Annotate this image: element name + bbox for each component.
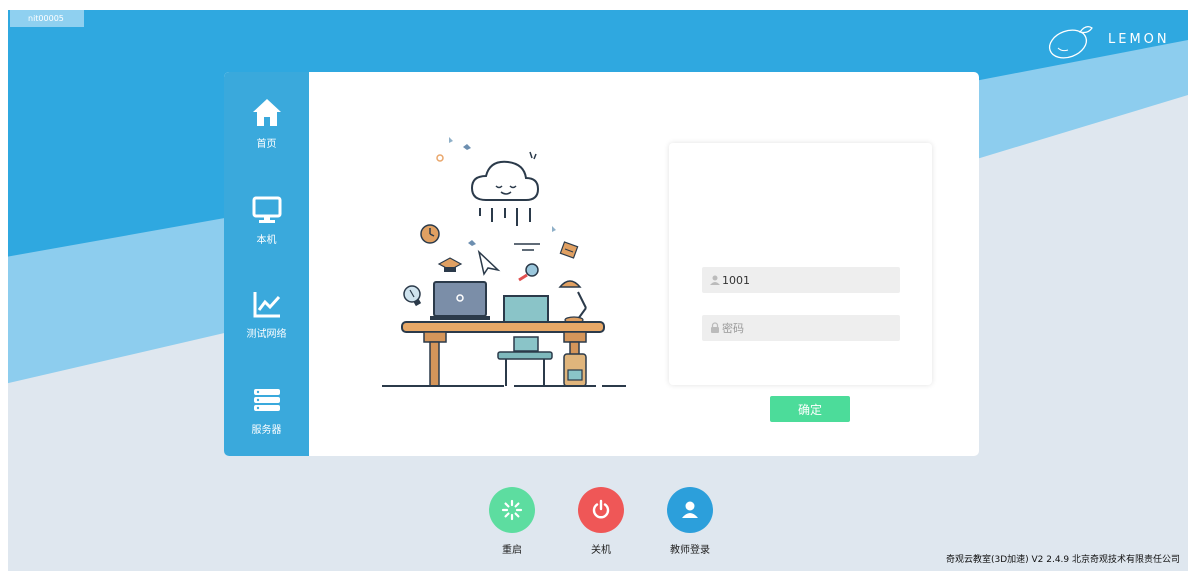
person-icon — [682, 501, 698, 518]
certificate-icon — [559, 241, 579, 259]
password-field[interactable] — [702, 315, 900, 341]
restart-button[interactable]: 重启 — [482, 487, 542, 556]
backpack-icon — [563, 353, 587, 387]
shutdown-label: 关机 — [591, 545, 611, 556]
clock-icon — [420, 224, 440, 244]
window-left-edge — [0, 0, 8, 571]
lightbulb-icon — [403, 285, 422, 307]
desk-lamp-icon — [558, 280, 587, 324]
sidebar-item-local[interactable]: 本机 — [224, 194, 309, 246]
window-top-edge — [0, 0, 1188, 10]
shutdown-circle[interactable] — [578, 487, 624, 533]
desk-illustration — [382, 137, 626, 387]
sidebar-item-label: 首页 — [256, 139, 277, 150]
sidebar-item-label: 服务器 — [251, 425, 282, 436]
user-icon — [710, 275, 720, 285]
confirm-button[interactable]: 确定 — [770, 396, 850, 422]
sidebar: 首页 本机 测试网络 服务器 — [224, 72, 309, 456]
brand-name: LEMON — [1108, 32, 1170, 47]
sidebar-item-server[interactable]: 服务器 — [224, 384, 309, 436]
sidebar-item-label: 测试网络 — [246, 329, 287, 340]
loading-spinner-icon — [501, 499, 523, 521]
graduation-cap-icon — [437, 257, 463, 272]
teacher-login-circle[interactable] — [667, 487, 713, 533]
username-field[interactable] — [702, 267, 900, 293]
server-icon — [253, 389, 280, 411]
home-icon — [252, 99, 281, 126]
restart-label: 重启 — [502, 545, 522, 556]
password-input[interactable] — [722, 315, 892, 341]
lock-icon — [711, 322, 719, 333]
sidebar-item-home[interactable]: 首页 — [224, 96, 309, 150]
teacher-login-button[interactable]: 教师登录 — [660, 487, 720, 556]
login-form: 确定 — [669, 143, 932, 422]
sidebar-item-label: 本机 — [256, 235, 277, 246]
chair-icon — [497, 336, 553, 386]
username-input[interactable] — [722, 267, 892, 293]
power-icon — [592, 499, 610, 519]
magnifier-icon — [518, 263, 539, 282]
footer-version-info: 奇观云教室(3D加速) V2 2.4.9 北京奇观技术有限责任公司 — [945, 555, 1180, 565]
monitor-icon — [252, 196, 281, 223]
cloud-icon — [470, 160, 540, 201]
machine-id-label: nit00005 — [10, 10, 84, 27]
main-panel: 首页 本机 测试网络 服务器 1001 确定 — [224, 72, 979, 456]
laptop-icon — [430, 281, 490, 320]
paper-plane-icon — [477, 249, 501, 276]
sidebar-item-network-test[interactable]: 测试网络 — [224, 288, 309, 340]
restart-circle[interactable] — [489, 487, 535, 533]
chart-line-icon — [253, 292, 280, 318]
teacher-login-label: 教师登录 — [670, 545, 710, 556]
shutdown-button[interactable]: 关机 — [571, 487, 631, 556]
